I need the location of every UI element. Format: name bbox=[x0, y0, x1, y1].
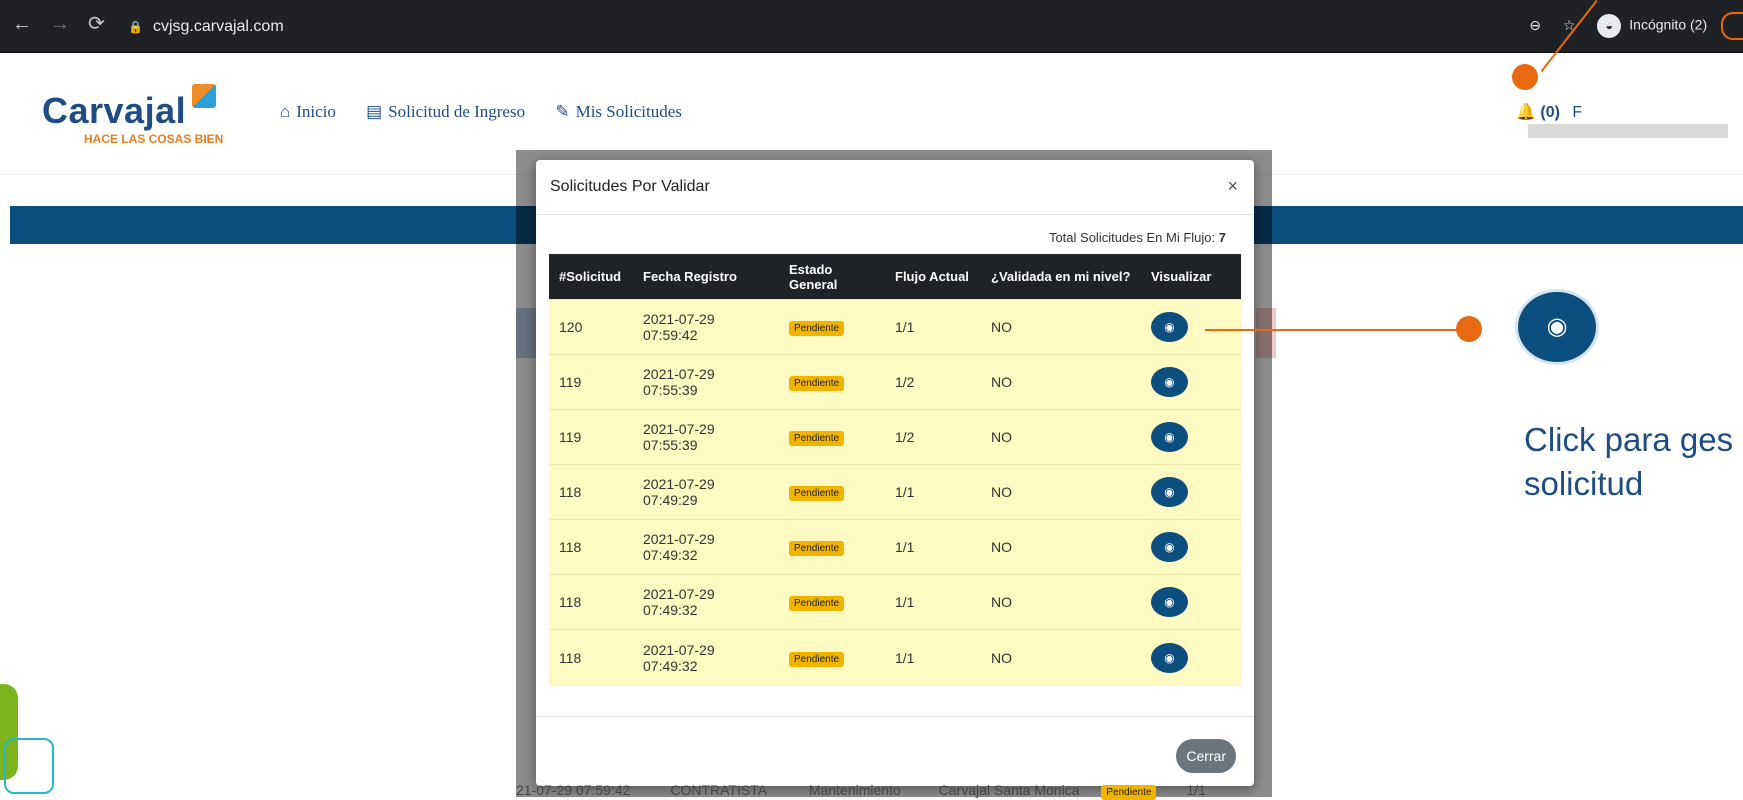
status-badge: Pendiente bbox=[789, 596, 845, 611]
status-badge: Pendiente bbox=[1101, 785, 1157, 800]
top-nav: ⌂ Inicio ▤ Solicitud de Ingreso ✎ Mis Solic… bbox=[280, 102, 708, 122]
table-row: 119 2021-07-29 07:55:39 Pendiente 1/2 NO… bbox=[549, 409, 1241, 465]
status-badge: Pendiente bbox=[789, 486, 845, 501]
url-text: cvjsg.carvajal.com bbox=[152, 18, 284, 35]
status-badge: Pendiente bbox=[789, 431, 845, 446]
profile-circle-icon[interactable] bbox=[1721, 12, 1743, 40]
table-row: 119 2021-07-29 07:55:39 Pendiente 1/2 NO… bbox=[549, 354, 1241, 410]
decorative-cyan-shape bbox=[4, 738, 54, 794]
eye-icon: ◉ bbox=[1164, 375, 1175, 389]
annotation-line bbox=[1205, 329, 1470, 331]
id-card-icon: ▤ bbox=[366, 102, 383, 121]
cerrar-button[interactable]: Cerrar bbox=[1176, 739, 1236, 773]
user-name-redacted bbox=[1528, 123, 1728, 138]
table-header-row: #Solicitud Fecha Registro Estado General… bbox=[549, 254, 1241, 300]
modal-header: Solicitudes Por Validar × bbox=[536, 160, 1254, 215]
eye-icon: ◉ bbox=[1164, 651, 1175, 665]
incognito-label: Incógnito (2) bbox=[1629, 16, 1708, 33]
modal-footer: Cerrar bbox=[536, 716, 1254, 787]
reload-icon[interactable]: ⟳ bbox=[88, 14, 105, 34]
status-badge: Pendiente bbox=[789, 376, 845, 391]
browser-toolbar: ← → ⟳ 🔒 cvjsg.carvajal.com ⊖ ☆ ◒ Incógnito… bbox=[0, 0, 1743, 53]
eye-icon: ◉ bbox=[1164, 430, 1175, 444]
notifications[interactable]: 🔔 (0) F bbox=[1516, 102, 1743, 140]
close-icon[interactable]: × bbox=[1227, 176, 1238, 197]
carvajal-logo[interactable]: Carvajal HACE LAS COSAS BIEN bbox=[42, 84, 224, 146]
status-badge: Pendiente bbox=[789, 652, 845, 667]
view-button[interactable]: ◉ bbox=[1151, 587, 1188, 617]
annotation-dot-top bbox=[1512, 64, 1538, 90]
table-row: 120 2021-07-29 07:59:42 Pendiente 1/1 NO… bbox=[549, 299, 1241, 355]
eye-icon: ◉ bbox=[1164, 540, 1175, 554]
eye-icon: ◉ bbox=[1164, 595, 1175, 609]
nav-item-mis-solicitudes[interactable]: ✎ Mis Solicitudes bbox=[555, 102, 682, 121]
col-visualizar: Visualizar bbox=[1141, 254, 1241, 300]
col-estado: Estado General bbox=[779, 254, 885, 300]
background-table-row: 21-07-29 07:59:42 CONTRATISTA Mantenimie… bbox=[516, 782, 1206, 800]
col-flujo: Flujo Actual bbox=[885, 254, 981, 300]
view-button[interactable]: ◉ bbox=[1151, 643, 1188, 673]
total-solicitudes: Total Solicitudes En Mi Flujo: 7 bbox=[1048, 230, 1226, 245]
table-row: 118 2021-07-29 07:49:32 Pendiente 1/1 NO… bbox=[549, 629, 1241, 686]
back-arrow-icon[interactable]: ← bbox=[12, 14, 32, 34]
view-button[interactable]: ◉ bbox=[1151, 312, 1188, 342]
col-validada: ¿Validada en mi nivel? bbox=[981, 254, 1141, 300]
annotation-text: Click para ges solicitud bbox=[1524, 421, 1734, 502]
nav-item-inicio[interactable]: ⌂ Inicio bbox=[280, 102, 336, 121]
view-button[interactable]: ◉ bbox=[1151, 477, 1188, 507]
user-initial: F bbox=[1572, 104, 1583, 121]
col-fecha: Fecha Registro bbox=[633, 254, 779, 300]
solicitudes-table: #Solicitud Fecha Registro Estado General… bbox=[549, 254, 1241, 686]
lock-icon: 🔒 bbox=[128, 20, 143, 34]
bell-icon: 🔔 bbox=[1516, 104, 1536, 121]
home-icon: ⌂ bbox=[280, 102, 291, 121]
eye-icon: ◉ bbox=[1164, 320, 1175, 334]
view-button[interactable]: ◉ bbox=[1151, 367, 1188, 397]
address-bar[interactable]: 🔒 cvjsg.carvajal.com bbox=[128, 11, 1468, 43]
eye-icon: ◉ bbox=[1164, 485, 1175, 499]
zoom-icon[interactable]: ⊖ bbox=[1529, 17, 1541, 33]
pencil-icon: ✎ bbox=[555, 102, 570, 121]
view-button[interactable]: ◉ bbox=[1151, 422, 1188, 452]
table-row: 118 2021-07-29 07:49:29 Pendiente 1/1 NO… bbox=[549, 464, 1241, 520]
eye-icon: ◉ bbox=[1518, 292, 1596, 362]
nav-item-solicitud-ingreso[interactable]: ▤ Solicitud de Ingreso bbox=[366, 102, 525, 121]
logo-tagline: HACE LAS COSAS BIEN bbox=[84, 132, 224, 146]
forward-arrow-icon[interactable]: → bbox=[50, 14, 70, 34]
logo-text: Carvajal bbox=[42, 90, 187, 131]
status-badge: Pendiente bbox=[789, 321, 845, 336]
logo-mark-icon bbox=[192, 84, 217, 108]
table-row: 118 2021-07-29 07:49:32 Pendiente 1/1 NO… bbox=[549, 519, 1241, 575]
notification-count: (0) bbox=[1540, 104, 1560, 121]
modal-title: Solicitudes Por Validar bbox=[550, 178, 710, 195]
browser-actions: ⊖ ☆ ◒ Incógnito (2) bbox=[1529, 12, 1743, 40]
incognito-icon[interactable]: ◒ bbox=[1597, 14, 1622, 38]
status-badge: Pendiente bbox=[789, 541, 845, 556]
total-count: 7 bbox=[1218, 230, 1226, 245]
view-button[interactable]: ◉ bbox=[1151, 532, 1188, 562]
solicitudes-modal: Solicitudes Por Validar × Total Solicitu… bbox=[536, 160, 1254, 786]
table-row: 118 2021-07-29 07:49:32 Pendiente 1/1 NO… bbox=[549, 574, 1241, 630]
col-solicitud: #Solicitud bbox=[549, 254, 633, 300]
annotation-dot bbox=[1456, 316, 1482, 342]
